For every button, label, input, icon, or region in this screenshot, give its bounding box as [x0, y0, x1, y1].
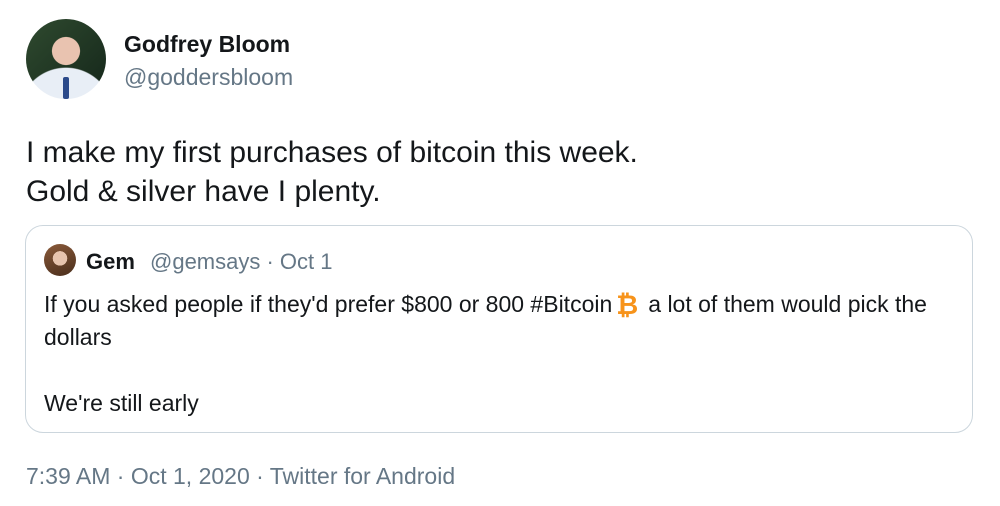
- quoted-avatar[interactable]: [44, 244, 76, 276]
- avatar-tie: [63, 77, 69, 99]
- quoted-text: If you asked people if they'd prefer $80…: [44, 288, 954, 420]
- author-handle[interactable]: @goddersbloom: [124, 64, 293, 91]
- tweet-timestamp[interactable]: 7:39 AM · Oct 1, 2020 · Twitter for Andr…: [26, 463, 455, 490]
- quoted-text-spacer: [44, 354, 954, 387]
- quoted-tweet[interactable]: Gem @gemsays · Oct 1 If you asked people…: [25, 225, 973, 433]
- quoted-author-meta[interactable]: @gemsays · Oct 1: [150, 249, 333, 275]
- author-avatar[interactable]: [26, 19, 106, 99]
- author-name[interactable]: Godfrey Bloom: [124, 31, 290, 58]
- bitcoin-icon: ₿: [616, 290, 639, 320]
- tweet-text: I make my first purchases of bitcoin thi…: [26, 136, 638, 208]
- quoted-text-part-3: We're still early: [44, 390, 199, 416]
- quoted-author-name[interactable]: Gem: [86, 249, 135, 275]
- quoted-text-part-1: If you asked people if they'd prefer $80…: [44, 291, 613, 317]
